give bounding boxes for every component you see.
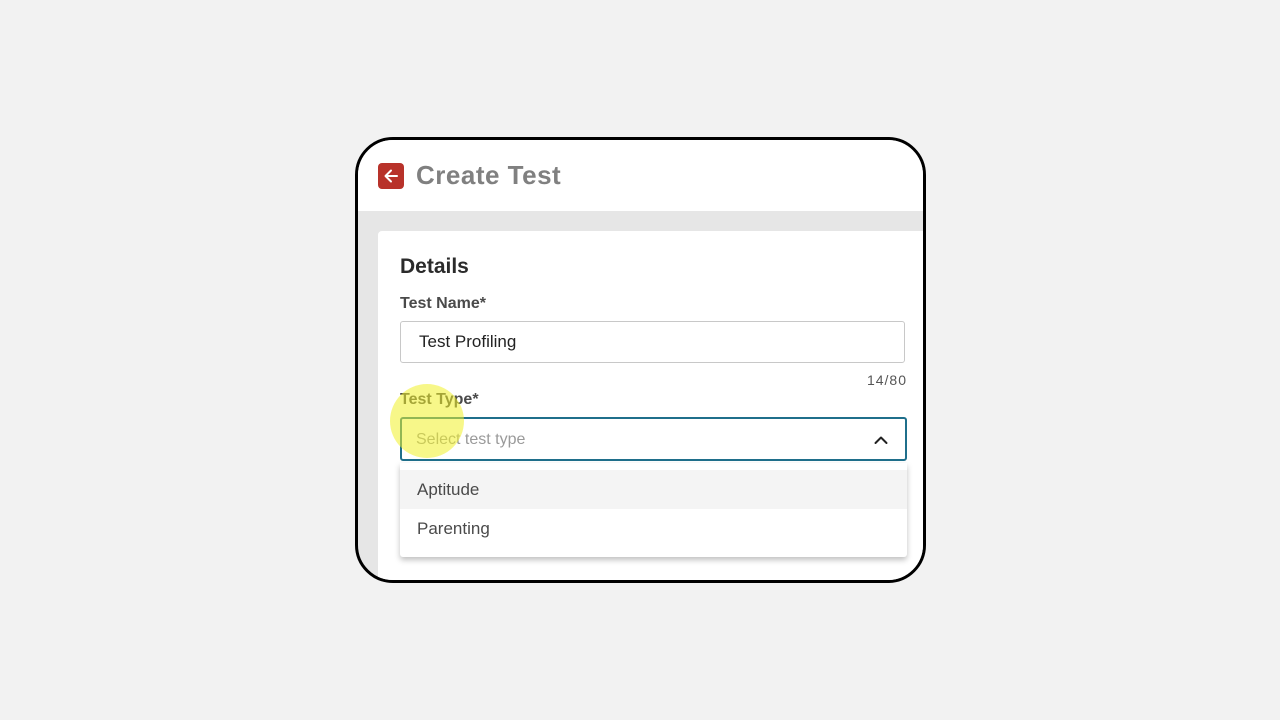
test-name-char-counter: 14/80: [866, 372, 907, 388]
test-name-label: Test Name*: [400, 295, 486, 312]
test-name-input[interactable]: [400, 321, 905, 363]
page-title: Create Test: [416, 160, 562, 190]
option-parenting[interactable]: Parenting: [400, 509, 907, 548]
arrow-left-icon: [384, 169, 398, 183]
chevron-up-icon[interactable]: [873, 432, 889, 448]
test-type-select[interactable]: Select test type: [400, 417, 907, 461]
test-type-placeholder: Select test type: [416, 431, 526, 448]
option-aptitude[interactable]: Aptitude: [400, 470, 907, 509]
app-header: Create Test: [358, 140, 923, 211]
test-type-label: Test Type*: [400, 391, 479, 408]
app-frame: Create Test Details Test Name* 14/80 Tes…: [355, 137, 926, 583]
section-title-details: Details: [400, 255, 469, 278]
details-card: Details Test Name* 14/80 Test Type* Sele…: [378, 231, 923, 580]
test-type-dropdown: Aptitude Parenting: [400, 463, 907, 557]
back-button[interactable]: [378, 163, 404, 189]
